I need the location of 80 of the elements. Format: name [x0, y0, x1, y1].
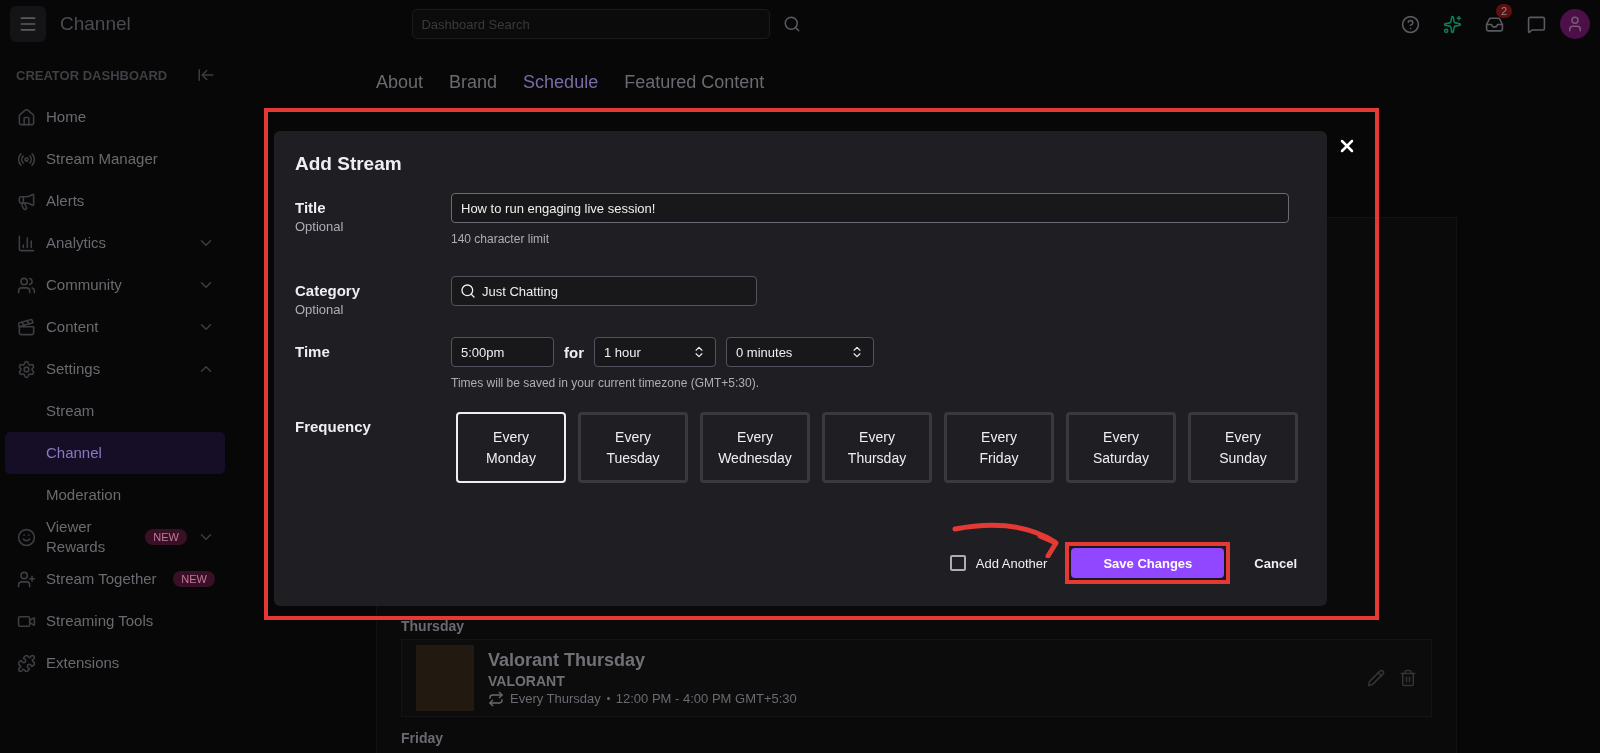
new-badge: NEW [145, 529, 187, 545]
sidebar-item[interactable]: Home [5, 96, 225, 138]
sidebar-item[interactable]: Community [5, 264, 225, 306]
megaphone-icon [17, 191, 36, 211]
frequency-option[interactable]: Every Thursday [822, 412, 932, 483]
field-label: Frequency [295, 418, 372, 435]
film-icon [17, 317, 36, 337]
home-icon [17, 107, 36, 127]
sidebar-item[interactable]: Streaming Tools [5, 600, 225, 642]
game-name: VALORANT [488, 672, 566, 689]
field-sublabel: Optional [295, 219, 345, 234]
sidebar-item[interactable]: Viewer Rewards NEW [5, 516, 225, 558]
tab[interactable]: About [376, 72, 424, 93]
frequency-option[interactable]: Every Friday [944, 412, 1054, 483]
title-input[interactable]: How to run engaging live session! [451, 193, 1289, 223]
checkbox[interactable] [949, 555, 966, 571]
notification-count: 2 [1495, 4, 1512, 18]
category-search-field[interactable]: Just Chatting [451, 276, 757, 306]
checkbox-label: Add Another [975, 555, 1048, 571]
sidebar-item[interactable]: Stream Manager [5, 138, 225, 180]
stream-title: Valorant Thursday [488, 649, 647, 671]
tab[interactable]: Brand [449, 72, 498, 93]
repeat-icon [488, 690, 504, 707]
start-time-input[interactable]: 5:00pm [451, 337, 554, 367]
sparkle-icon [1442, 14, 1462, 34]
delete-icon[interactable] [1399, 669, 1417, 687]
tab[interactable]: Featured Content [624, 72, 765, 93]
puzzle-icon [17, 653, 36, 673]
field-hint: Times will be saved in your current timezone (GMT+5:30). [451, 376, 760, 390]
day-heading: Friday [401, 730, 444, 746]
dialog-title: Add Stream [295, 153, 403, 175]
hours-select[interactable]: 1 hour [594, 337, 716, 367]
sidebar-item[interactable]: Content [5, 306, 225, 348]
menu-button[interactable] [10, 6, 46, 42]
menu-icon [18, 14, 38, 34]
settings-icon [17, 359, 36, 379]
question-mark-icon [1400, 14, 1420, 34]
day-heading: Thursday [401, 618, 465, 634]
bar-chart-icon [17, 233, 36, 253]
edit-icon[interactable] [1367, 669, 1385, 687]
frequency-option[interactable]: Every Sunday [1188, 412, 1298, 483]
user-plus-icon [17, 569, 36, 589]
field-sublabel: Optional [295, 302, 345, 317]
new-badge: NEW [173, 571, 215, 587]
cancel-button[interactable]: Cancel [1244, 555, 1307, 571]
frequency-option[interactable]: Every Monday [456, 412, 566, 483]
search-icon [783, 15, 802, 33]
avatar[interactable] [1560, 9, 1590, 39]
sidebar-item[interactable]: Stream [5, 390, 225, 432]
tab[interactable]: Schedule [523, 72, 599, 93]
separator-dot [606, 697, 610, 700]
smiley-icon [17, 527, 36, 547]
for-label: for [564, 343, 584, 361]
sidebar-item[interactable]: Extensions [5, 642, 225, 684]
chat-bubble-icon [1526, 14, 1546, 34]
people-icon [17, 275, 36, 295]
field-label: Title [295, 199, 327, 216]
collapse-icon[interactable] [197, 66, 215, 84]
inbox-button[interactable]: 2 [1476, 6, 1512, 42]
sidebar-item[interactable]: Analytics [5, 222, 225, 264]
field-label: Time [295, 343, 331, 360]
inbox-icon [1484, 14, 1504, 34]
frequency-option[interactable]: Every Tuesday [578, 412, 688, 483]
field-label: Category [295, 282, 362, 299]
sidebar-heading: CREATOR DASHBOARD [16, 67, 168, 83]
save-changes-button[interactable]: Save Changes [1071, 548, 1225, 578]
sidebar-item[interactable]: Stream Together NEW [5, 558, 225, 600]
frequency-option[interactable]: Every Wednesday [700, 412, 810, 483]
user-silhouette-icon [1566, 15, 1584, 33]
recurrence: Every Thursday [510, 691, 601, 706]
field-hint: 140 character limit [451, 232, 551, 246]
page-title: Channel [60, 13, 131, 35]
sidebar-item[interactable]: Channel [5, 432, 225, 474]
sidebar-item[interactable]: Moderation [5, 474, 225, 516]
sidebar-item[interactable]: Alerts [5, 180, 225, 222]
sidebar-item[interactable]: Settings [5, 348, 225, 390]
stream-time: 12:00 PM - 4:00 PM GMT+5:30 [615, 691, 797, 706]
search-icon [460, 283, 476, 299]
frequency-option[interactable]: Every Saturday [1066, 412, 1176, 483]
minutes-select[interactable]: 0 minutes [726, 337, 874, 367]
